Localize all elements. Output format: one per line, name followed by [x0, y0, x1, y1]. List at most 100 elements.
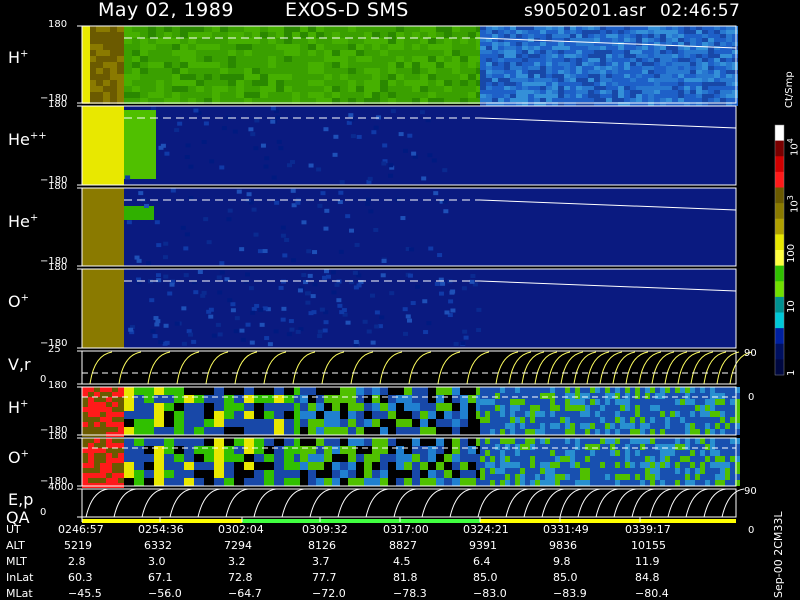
spectrogram-cell	[172, 26, 180, 32]
spectrogram-cell	[364, 470, 372, 478]
spectrogram-cell	[654, 26, 660, 30]
spectrogram-cell	[274, 478, 284, 486]
spectrogram-cell	[480, 50, 486, 54]
colorbar-segment	[775, 156, 784, 173]
spectrogram-cell	[570, 480, 575, 486]
spectrogram-cell	[528, 58, 534, 62]
spectrogram-cell	[534, 46, 540, 50]
spectrogram-cell	[308, 56, 316, 62]
spectrogram-cell	[436, 68, 444, 74]
spectrogram-cell	[183, 246, 189, 251]
spectrogram-cell	[715, 456, 720, 462]
spectrogram-cell	[164, 50, 172, 56]
spectrogram-cell	[702, 30, 708, 34]
spectrogram-cell	[650, 450, 655, 456]
spectrogram-cell	[675, 405, 680, 411]
spectrogram-cell	[118, 468, 124, 473]
spectrogram-cell	[96, 62, 103, 68]
spectrogram-cell	[144, 446, 154, 454]
spectrogram-cell	[612, 54, 618, 58]
spectrogram-cell	[316, 454, 324, 462]
spectrogram-cell	[156, 32, 164, 38]
spectrogram-cell	[452, 403, 460, 411]
spectrogram-cell	[140, 74, 148, 80]
spectrogram-cell	[292, 86, 300, 92]
spectrogram-cell	[234, 470, 244, 478]
spectrogram-cell	[324, 56, 332, 62]
spectrogram-cell	[89, 68, 96, 74]
spectrogram-cell	[214, 395, 224, 403]
spectrogram-cell	[412, 395, 420, 403]
spectrogram-cell	[552, 66, 558, 70]
spectrogram-cell	[437, 253, 443, 258]
spectrogram-cell	[268, 86, 276, 92]
spectrogram-cell	[612, 38, 618, 42]
spectrogram-cell	[380, 56, 388, 62]
spectrogram-cell	[516, 26, 522, 30]
spectrogram-cell	[380, 387, 388, 395]
spectrogram-cell	[254, 403, 264, 411]
spectrogram-cell	[612, 50, 618, 54]
spectrogram-cell	[388, 32, 396, 38]
spectrogram-cell	[504, 82, 510, 86]
spectrogram-cell	[575, 411, 580, 417]
spectrogram-cell	[560, 429, 565, 435]
spectrogram-cell	[276, 92, 284, 98]
spectrogram-cell	[88, 458, 94, 463]
spectrogram-cell	[388, 38, 396, 44]
spectrogram-cell	[636, 26, 642, 30]
spectrogram-cell	[520, 468, 525, 474]
spectrogram-cell	[696, 66, 702, 70]
spectrogram-cell	[100, 422, 106, 427]
spectrogram-cell	[404, 411, 412, 419]
spectrogram-cell	[188, 195, 194, 200]
ephemeris-cell: 0331:49	[543, 523, 589, 536]
colorbar-segment	[775, 171, 784, 188]
spectrogram-cell	[148, 38, 156, 44]
spectrogram-cell	[316, 419, 324, 427]
spectrogram-cell	[605, 462, 610, 468]
spectrogram-cell	[404, 395, 412, 403]
spectrogram-cell	[412, 92, 420, 98]
spectrogram-cell	[396, 438, 404, 446]
spectrogram-cell	[720, 34, 726, 38]
colorbar-tick-label: 10	[786, 300, 797, 313]
spectrogram-cell	[100, 448, 106, 453]
spectrogram-cell	[106, 438, 112, 443]
spectrogram-cell	[495, 423, 500, 429]
spectrogram-cell	[504, 74, 510, 78]
spectrogram-cell	[690, 399, 695, 405]
spectrogram-cell	[82, 448, 88, 453]
spectrogram-cell	[588, 90, 594, 94]
spectrogram-cell	[365, 197, 371, 202]
spectrogram-cell	[420, 38, 428, 44]
spectrogram-cell	[236, 68, 244, 74]
spectrogram-cell	[516, 54, 522, 58]
header-date: May 02, 1989	[98, 0, 234, 21]
spectrogram-cell	[678, 82, 684, 86]
spectrogram-cell	[525, 468, 530, 474]
spectrogram-cell	[700, 444, 705, 450]
spectrogram-cell	[552, 78, 558, 82]
spectrogram-cell	[535, 456, 540, 462]
spectrogram-cell	[654, 98, 660, 102]
spectrogram-cell	[154, 462, 164, 470]
spectrogram-cell	[500, 456, 505, 462]
spectrogram-cell	[254, 118, 260, 123]
spectrogram-cell	[460, 478, 468, 486]
spectrogram-cell	[244, 411, 254, 419]
spectrogram-cell	[239, 328, 245, 333]
spectrogram-cell	[209, 159, 215, 164]
spectrogram-cell	[714, 74, 720, 78]
spectrogram-cell	[725, 450, 730, 456]
spectrogram-cell	[82, 417, 88, 422]
spectrogram-cell	[480, 82, 486, 86]
spectrogram-cell	[575, 444, 580, 450]
spectrogram-cell	[412, 74, 420, 80]
spectrogram-cell	[540, 30, 546, 34]
spectrogram-cell	[570, 46, 576, 50]
spectrogram-cell	[535, 450, 540, 456]
spectrogram-cell	[650, 417, 655, 423]
spectrogram-cell	[678, 86, 684, 90]
spectrogram-cell	[655, 417, 660, 423]
